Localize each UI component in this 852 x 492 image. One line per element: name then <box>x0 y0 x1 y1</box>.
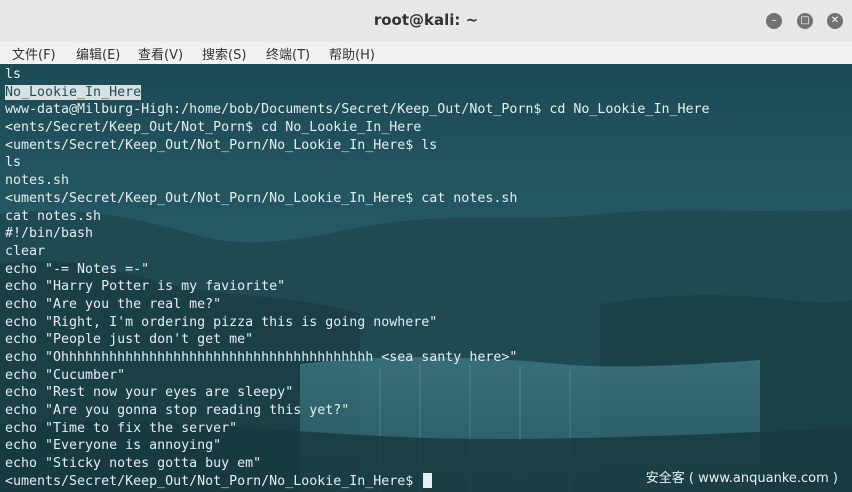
terminal-line: ls <box>5 67 22 82</box>
minimize-icon[interactable]: – <box>766 13 782 29</box>
terminal-line: echo "Sticky notes gotta buy em" <box>5 456 262 472</box>
terminal-line: www-data@Milburg-High:/home/bob/Document… <box>5 102 710 118</box>
close-icon[interactable]: ✕ <box>827 13 843 29</box>
menu-help[interactable]: 帮助(H) <box>329 44 375 63</box>
terminal-line: <ents/Secret/Keep_Out/Not_Porn$ cd No_Lo… <box>5 120 422 136</box>
terminal-line: echo "Everyone is annoying" <box>5 438 222 454</box>
title-bar[interactable]: root@kali: ~ – □ ✕ <box>0 0 852 43</box>
terminal-line: echo "-= Notes =-" <box>5 261 150 277</box>
terminal-line: echo "People just don't get me" <box>5 332 254 348</box>
terminal-line: echo "Harry Potter is my faviorite" <box>5 279 286 295</box>
terminal-area[interactable]: ls No_Lookie_In_Here www-data@Milburg-Hi… <box>0 64 852 492</box>
menu-bar: 文件(F) 编辑(E) 查看(V) 搜索(S) 终端(T) 帮助(H) <box>0 42 852 65</box>
menu-view[interactable]: 查看(V) <box>138 44 183 63</box>
menu-terminal[interactable]: 终端(T) <box>266 44 310 63</box>
terminal-line: echo "Cucumber" <box>5 367 126 383</box>
terminal-output: ls No_Lookie_In_Here www-data@Milburg-Hi… <box>5 66 709 491</box>
terminal-line: echo "Are you gonna stop reading this ye… <box>5 403 350 419</box>
terminal-line: <uments/Secret/Keep_Out/Not_Porn/No_Look… <box>5 137 438 153</box>
menu-file[interactable]: 文件(F) <box>12 44 56 63</box>
terminal-line: echo "Ohhhhhhhhhhhhhhhhhhhhhhhhhhhhhhhhh… <box>5 350 518 365</box>
terminal-line: echo "Time to fix the server" <box>5 420 238 436</box>
terminal-prompt-line[interactable]: <uments/Secret/Keep_Out/Not_Porn/No_Look… <box>5 473 709 491</box>
terminal-line: notes.sh <box>5 173 70 189</box>
terminal-line: echo "Right, I'm ordering pizza this is … <box>5 314 438 330</box>
highlighted-text: No_Lookie_In_Here <box>5 84 142 100</box>
terminal-line: <uments/Secret/Keep_Out/Not_Porn/No_Look… <box>5 190 518 206</box>
terminal-line: #!/bin/bash <box>5 226 94 242</box>
prompt-text: <uments/Secret/Keep_Out/Not_Porn/No_Look… <box>5 473 422 489</box>
terminal-line: ls <box>5 155 22 171</box>
terminal-line: echo "Are you the real me?" <box>5 296 222 312</box>
maximize-icon[interactable]: □ <box>797 13 813 29</box>
terminal-line: echo "Rest now your eyes are sleepy" <box>5 385 294 401</box>
window-title: root@kali: ~ <box>373 11 479 29</box>
terminal-line: clear <box>5 243 46 259</box>
terminal-line-highlighted: No_Lookie_In_Here <box>5 84 709 102</box>
watermark-text: 安全客 ( www.anquanke.com ) <box>645 471 838 486</box>
menu-search[interactable]: 搜索(S) <box>202 44 246 63</box>
text-cursor <box>423 473 433 489</box>
terminal-window: root@kali: ~ – □ ✕ 文件(F) 编辑(E) 查看(V) 搜索(… <box>0 0 852 492</box>
menu-edit[interactable]: 编辑(E) <box>76 44 120 63</box>
terminal-line: cat notes.sh <box>5 208 102 224</box>
